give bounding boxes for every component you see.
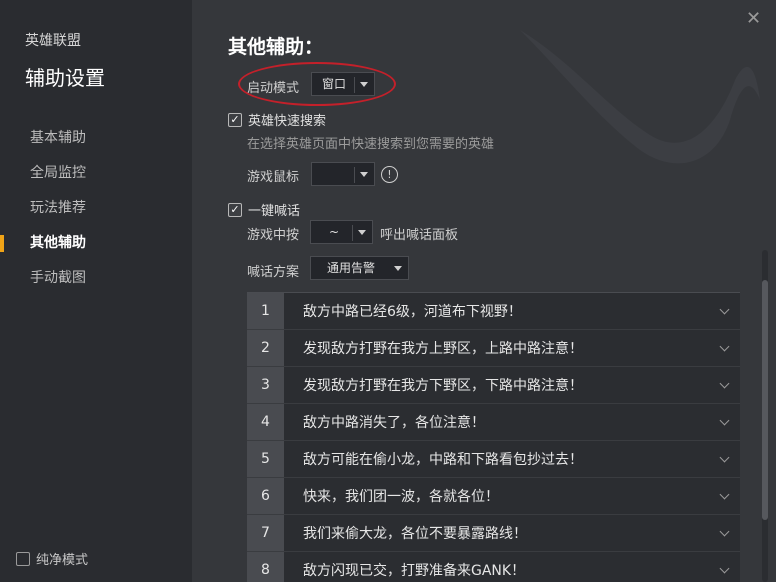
in-game-press-suffix: 呼出喊话面板: [380, 228, 459, 243]
close-icon[interactable]: ✕: [746, 8, 761, 29]
chevron-down-icon[interactable]: [719, 341, 730, 352]
chevron-down-icon: [394, 266, 402, 271]
pure-mode-label: 纯净模式: [36, 553, 89, 568]
chevron-down-icon[interactable]: [719, 304, 730, 315]
sidebar-item-other[interactable]: 其他辅助: [0, 226, 192, 261]
list-item[interactable]: 2 发现敌方打野在我方上野区，上路中路注意！: [247, 330, 740, 367]
list-item-text: 敌方中路已经6级，河道布下视野！: [303, 304, 522, 320]
sidebar-title: 辅助设置: [25, 66, 105, 90]
list-item-number: 2: [247, 330, 284, 366]
select-divider: [352, 225, 353, 241]
background-decoration: [520, 30, 760, 164]
sidebar-nav: 基本辅助 全局监控 玩法推荐 其他辅助 手动截图: [0, 121, 192, 296]
game-mouse-select[interactable]: [311, 162, 375, 186]
in-game-press-label: 游戏中按: [247, 228, 300, 243]
app-name: 英雄联盟: [25, 33, 81, 49]
chevron-down-icon[interactable]: [719, 489, 730, 500]
game-mouse-label: 游戏鼠标: [247, 170, 300, 185]
chevron-down-icon[interactable]: [719, 415, 730, 426]
list-item-text: 我们来偷大龙，各位不要暴露路线！: [303, 526, 527, 542]
shout-key-select[interactable]: ~: [310, 220, 373, 244]
shout-scheme-label: 喊话方案: [247, 265, 300, 280]
chevron-down-icon[interactable]: [719, 452, 730, 463]
sidebar-item-screenshot[interactable]: 手动截图: [0, 261, 192, 296]
chevron-down-icon: [360, 172, 368, 177]
list-item-text: 敌方闪现已交，打野准备来GANK！: [303, 563, 526, 579]
chevron-down-icon[interactable]: [719, 378, 730, 389]
chevron-down-icon[interactable]: [719, 563, 730, 574]
list-item[interactable]: 4 敌方中路消失了，各位注意！: [247, 404, 740, 441]
select-divider: [354, 167, 355, 183]
list-item-number: 5: [247, 441, 284, 477]
info-icon[interactable]: !: [381, 166, 398, 183]
list-item-number: 8: [247, 552, 284, 582]
list-item[interactable]: 6 快来，我们团一波，各就各位！: [247, 478, 740, 515]
hero-search-description: 在选择英雄页面中快速搜索到您需要的英雄: [247, 137, 495, 152]
list-item[interactable]: 5 敌方可能在偷小龙，中路和下路看包抄过去！: [247, 441, 740, 478]
list-item-number: 6: [247, 478, 284, 514]
list-item-number: 7: [247, 515, 284, 551]
one-key-shout-toggle[interactable]: ✓ 一键喊话: [228, 200, 300, 219]
list-item[interactable]: 8 敌方闪现已交，打野准备来GANK！: [247, 552, 740, 582]
shout-key-value: ~: [329, 225, 340, 239]
shout-scheme-select[interactable]: 通用告警: [310, 256, 409, 280]
shout-message-list: 1 敌方中路已经6级，河道布下视野！ 2 发现敌方打野在我方上野区，上路中路注意…: [247, 292, 740, 582]
hero-search-label: 英雄快速搜索: [248, 114, 327, 129]
list-item-number: 4: [247, 404, 284, 440]
list-item-text: 快来，我们团一波，各就各位！: [303, 489, 499, 505]
check-icon[interactable]: ✓: [228, 112, 242, 127]
list-item-number: 3: [247, 367, 284, 403]
scrollbar-thumb[interactable]: [762, 280, 768, 520]
list-item[interactable]: 7 我们来偷大龙，各位不要暴露路线！: [247, 515, 740, 552]
hero-search-toggle[interactable]: ✓ 英雄快速搜索: [228, 110, 326, 129]
list-item[interactable]: 1 敌方中路已经6级，河道布下视野！: [247, 293, 740, 330]
highlight-annotation: [238, 62, 396, 106]
sidebar: 英雄联盟 辅助设置 基本辅助 全局监控 玩法推荐 其他辅助 手动截图 纯净模式: [0, 0, 192, 582]
one-key-shout-label: 一键喊话: [248, 204, 301, 219]
sidebar-item-play-recommend[interactable]: 玩法推荐: [0, 191, 192, 226]
pure-mode-checkbox[interactable]: [16, 551, 30, 566]
list-item-text: 发现敌方打野在我方上野区，上路中路注意！: [303, 341, 583, 357]
check-icon[interactable]: ✓: [228, 202, 242, 217]
sidebar-item-global-monitor[interactable]: 全局监控: [0, 156, 192, 191]
list-item-number: 1: [247, 293, 284, 329]
list-item-text: 发现敌方打野在我方下野区，下路中路注意！: [303, 378, 583, 394]
chevron-down-icon: [358, 230, 366, 235]
list-item-text: 敌方中路消失了，各位注意！: [303, 415, 485, 431]
sidebar-item-basic[interactable]: 基本辅助: [0, 121, 192, 156]
pure-mode-toggle[interactable]: 纯净模式: [16, 549, 88, 568]
chevron-down-icon[interactable]: [719, 526, 730, 537]
list-item-text: 敌方可能在偷小龙，中路和下路看包抄过去！: [303, 452, 583, 468]
scrollbar[interactable]: [762, 250, 768, 582]
shout-scheme-value: 通用告警: [327, 261, 376, 275]
list-item[interactable]: 3 发现敌方打野在我方下野区，下路中路注意！: [247, 367, 740, 404]
page-title: 其他辅助：: [228, 36, 324, 58]
